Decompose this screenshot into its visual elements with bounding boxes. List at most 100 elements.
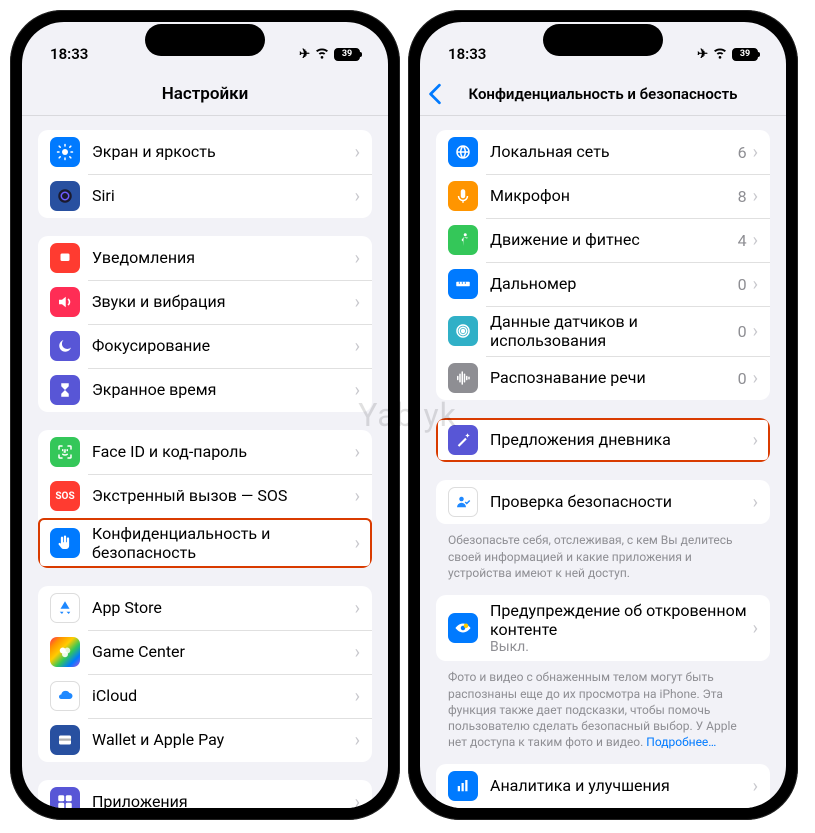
- row-label: Звуки и вибрация: [92, 292, 355, 312]
- footer-link[interactable]: Подробнее…: [646, 735, 716, 749]
- group-footer: Обезопасьте себя, отслеживая, с кем Вы д…: [448, 532, 758, 581]
- row-display[interactable]: Экран и яркость›: [38, 130, 372, 174]
- eye-icon: [448, 613, 478, 643]
- row-range[interactable]: Дальномер0 ›: [436, 262, 770, 306]
- row-label: Экстренный вызов — SOS: [92, 486, 355, 506]
- row-apps[interactable]: Приложения›: [38, 780, 372, 808]
- siri-icon: [50, 181, 80, 211]
- row-speech[interactable]: Распознавание речи0›: [436, 356, 770, 400]
- sensor-icon: [448, 316, 478, 346]
- chevron-right-icon: ›: [355, 380, 360, 401]
- row-value: 6: [738, 143, 747, 162]
- settings-group: Face ID и код-пароль› SOS Экстренный вызов…: [38, 430, 372, 568]
- row-sensitive[interactable]: Предупреждение об откровенном контентеВы…: [436, 595, 770, 661]
- chevron-right-icon: ›: [753, 492, 758, 513]
- privacy-list[interactable]: Локальная сеть6›Микрофон8›Движение и фит…: [420, 116, 786, 808]
- row-sensor[interactable]: Данные датчиков и использования0›: [436, 306, 770, 356]
- bell-icon: [50, 243, 80, 273]
- row-motion[interactable]: Движение и фитнес4›: [436, 218, 770, 262]
- row-journal[interactable]: Предложения дневника›: [436, 418, 770, 462]
- chevron-right-icon: ›: [753, 368, 758, 389]
- row-icloud[interactable]: iCloud›: [38, 674, 372, 718]
- row-localnet[interactable]: Локальная сеть6›: [436, 130, 770, 174]
- dynamic-island: [543, 24, 663, 56]
- appstore-icon: [50, 593, 80, 623]
- screen-left: 18:33 ✈︎ 39 Настройки Экран и яркость›Si…: [22, 22, 388, 808]
- hand-icon: [50, 528, 80, 558]
- apps-icon: [50, 787, 80, 808]
- row-notifications[interactable]: Уведомления›: [38, 236, 372, 280]
- row-label: Siri: [92, 186, 355, 206]
- nav-header: Конфиденциальность и безопасность: [420, 72, 786, 116]
- row-mic[interactable]: Микрофон8›: [436, 174, 770, 218]
- airplane-icon: ✈︎: [697, 47, 708, 62]
- settings-list[interactable]: Экран и яркость›Siri›Уведомления›Звуки и…: [22, 116, 388, 808]
- battery-icon: 39: [334, 48, 360, 61]
- row-value: 4: [738, 231, 747, 250]
- status-time: 18:33: [50, 45, 88, 63]
- row-label: Уведомления: [92, 248, 355, 268]
- row-label: Wallet и Apple Pay: [92, 730, 355, 750]
- row-label: Локальная сеть: [490, 142, 738, 162]
- chevron-right-icon: ›: [753, 186, 758, 207]
- chevron-right-icon: ›: [753, 430, 758, 451]
- hourglass-icon: [50, 375, 80, 405]
- sos-icon: SOS: [50, 481, 80, 511]
- row-label: Проверка безопасности: [490, 492, 753, 512]
- chevron-right-icon: ›: [753, 618, 758, 639]
- row-label: Экранное время: [92, 380, 355, 400]
- cloud-icon: [50, 681, 80, 711]
- row-label: Аналитика и улучшения: [490, 776, 753, 796]
- battery-icon: 39: [732, 48, 758, 61]
- chevron-right-icon: ›: [355, 248, 360, 269]
- row-sos[interactable]: SOSЭкстренный вызов — SOS›: [38, 474, 372, 518]
- row-value: 0: [738, 275, 747, 294]
- row-safety[interactable]: Проверка безопасности›: [436, 480, 770, 524]
- wifi-icon: [314, 44, 330, 64]
- chevron-right-icon: ›: [355, 598, 360, 619]
- speaker-icon: [50, 287, 80, 317]
- chevron-right-icon: ›: [355, 336, 360, 357]
- row-label: Микрофон: [490, 186, 738, 206]
- chevron-right-icon: ›: [355, 292, 360, 313]
- waveform-icon: [448, 363, 478, 393]
- row-label: Фокусирование: [92, 336, 355, 356]
- ruler-icon: [448, 269, 478, 299]
- chevron-right-icon: ›: [355, 792, 360, 808]
- group-footer: Фото и видео с обнаженным телом могут бы…: [448, 669, 758, 750]
- chevron-right-icon: ›: [753, 321, 758, 342]
- row-analytics[interactable]: Аналитика и улучшения›: [436, 764, 770, 808]
- row-label: Экран и яркость: [92, 142, 355, 162]
- row-wallet[interactable]: Wallet и Apple Pay›: [38, 718, 372, 762]
- wand-icon: [448, 425, 478, 455]
- person-check-icon: [448, 487, 478, 517]
- row-label: Движение и фитнес: [490, 230, 738, 250]
- chevron-right-icon: ›: [753, 274, 758, 295]
- settings-group: App Store›Game Center›iCloud›Wallet и Ap…: [38, 586, 372, 762]
- page-title: Конфиденциальность и безопасность: [468, 85, 737, 103]
- chevron-right-icon: ›: [753, 776, 758, 797]
- privacy-group: Проверка безопасности›: [436, 480, 770, 524]
- row-faceid[interactable]: Face ID и код-пароль›: [38, 430, 372, 474]
- run-icon: [448, 225, 478, 255]
- row-label: Game Center: [92, 642, 355, 662]
- row-subtitle: Выкл.: [490, 639, 753, 655]
- row-privacy[interactable]: Конфиденциальность и безопасность›: [38, 518, 372, 568]
- sun-icon: [50, 137, 80, 167]
- row-value: 0: [738, 322, 747, 341]
- row-label: Дальномер: [490, 274, 738, 294]
- status-icons: ✈︎ 39: [299, 44, 360, 64]
- row-siri[interactable]: Siri›: [38, 174, 372, 218]
- chevron-right-icon: ›: [355, 186, 360, 207]
- row-gamecenter[interactable]: Game Center›: [38, 630, 372, 674]
- row-screentime[interactable]: Экранное время›: [38, 368, 372, 412]
- row-appstore[interactable]: App Store›: [38, 586, 372, 630]
- back-button[interactable]: [428, 72, 442, 115]
- privacy-group: Предложения дневника›: [436, 418, 770, 462]
- row-sounds[interactable]: Звуки и вибрация›: [38, 280, 372, 324]
- phone-left: 18:33 ✈︎ 39 Настройки Экран и яркость›Si…: [10, 10, 400, 820]
- chevron-right-icon: ›: [355, 730, 360, 751]
- row-label: Предупреждение об откровенном контенте: [490, 601, 753, 639]
- row-focus[interactable]: Фокусирование›: [38, 324, 372, 368]
- row-label: Face ID и код-пароль: [92, 442, 355, 462]
